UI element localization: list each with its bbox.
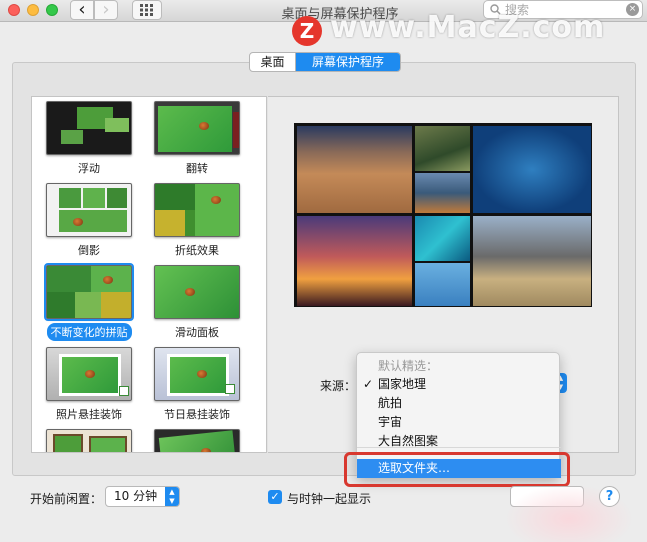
grid-icon: [140, 4, 153, 16]
screen-saver-list[interactable]: 浮动 翻转 倒影 折纸效果 不断变化的拼贴 滑动面板 照片悬挂装饰 节日悬挂装饰: [31, 96, 267, 453]
saver-label: 倒影: [78, 244, 100, 257]
zoom-window-button[interactable]: [46, 4, 58, 16]
saver-label: 浮动: [78, 162, 100, 175]
saver-item-photo-mobile[interactable]: 照片悬挂装饰: [34, 347, 144, 423]
saver-item-ken-burns[interactable]: [142, 429, 252, 452]
saver-thumbnail: [46, 347, 132, 401]
photo-tile-savanna-sunset: [297, 216, 412, 306]
forward-button[interactable]: ›: [94, 0, 118, 20]
saver-item-reflection[interactable]: 倒影: [34, 183, 144, 259]
checkmark-icon: ✓: [363, 377, 374, 391]
show-all-button[interactable]: [132, 0, 162, 20]
show-clock-checkbox[interactable]: ✓: [268, 490, 282, 504]
idle-time-select[interactable]: 10 分钟 ▲ ▼: [105, 486, 180, 507]
saver-item-vintage-prints[interactable]: [34, 429, 144, 452]
preview-collage: [294, 123, 592, 307]
chevron-updown-icon: ▲ ▼: [165, 487, 179, 506]
menu-item-cosmos[interactable]: 宇宙: [357, 413, 561, 432]
photo-tile-mountain-plain: [473, 216, 591, 306]
saver-thumbnail: [154, 429, 240, 452]
photo-tile-coast: [415, 173, 470, 213]
photo-tile-polar-bears: [415, 263, 470, 306]
saver-label: 节日悬挂装饰: [164, 408, 230, 421]
saver-label: 折纸效果: [175, 244, 219, 257]
chevron-left-icon: ‹: [78, 0, 86, 20]
saver-label: 不断变化的拼贴: [46, 323, 132, 341]
menu-separator: [357, 447, 561, 448]
annotation-highlight-frame: [344, 452, 570, 487]
photo-tile-fish: [415, 216, 470, 261]
tab-screen-saver[interactable]: 屏幕保护程序: [296, 53, 400, 71]
idle-time-value: 10 分钟: [114, 489, 158, 503]
tab-bar: 桌面 屏幕保护程序: [249, 52, 401, 72]
close-window-button[interactable]: [8, 4, 20, 16]
help-button[interactable]: ?: [599, 486, 620, 507]
photo-tile-desert-birds: [297, 126, 412, 213]
saver-thumbnail: [46, 183, 132, 237]
saver-item-holiday-mobile[interactable]: 节日悬挂装饰: [142, 347, 252, 423]
menu-item-national-geographic[interactable]: ✓ 国家地理: [357, 375, 561, 394]
saver-thumbnail: [44, 263, 134, 321]
saver-label: 滑动面板: [175, 326, 219, 339]
saver-item-origami[interactable]: 折纸效果: [142, 183, 252, 259]
watermark-logo: Z: [292, 16, 322, 46]
menu-item-nature-patterns[interactable]: 大自然图案: [357, 432, 561, 451]
saver-thumbnail: [154, 183, 240, 237]
saver-thumbnail: [154, 101, 240, 155]
back-button[interactable]: ‹: [70, 0, 94, 20]
saver-thumbnail: [154, 347, 240, 401]
photo-tile-valley: [415, 126, 470, 171]
saver-thumbnail: [154, 265, 240, 319]
saver-item-shifting-tiles[interactable]: 不断变化的拼贴: [34, 263, 144, 341]
idle-label: 开始前闲置：: [30, 492, 103, 506]
saver-label: 翻转: [186, 162, 208, 175]
show-clock-label: 与时钟一起显示: [287, 492, 372, 506]
saver-item-sliding-panels[interactable]: 滑动面板: [142, 265, 252, 341]
chevron-right-icon: ›: [102, 0, 110, 20]
menu-header-defaults: 默认精选：: [378, 359, 439, 373]
saver-label: 照片悬挂装饰: [56, 408, 122, 421]
minimize-window-button[interactable]: [27, 4, 39, 16]
saver-thumbnail: [46, 101, 132, 155]
source-label: 来源：: [320, 379, 357, 393]
menu-item-label: 国家地理: [378, 377, 427, 391]
saver-item-floating[interactable]: 浮动: [34, 101, 144, 177]
saver-item-flip[interactable]: 翻转: [142, 101, 252, 177]
tab-desktop[interactable]: 桌面: [250, 53, 296, 71]
menu-item-aerial[interactable]: 航拍: [357, 394, 561, 413]
photo-tile-whale-shark: [473, 126, 591, 213]
watermark-text: www.MacZ.com: [330, 10, 606, 45]
clear-search-icon[interactable]: ×: [626, 3, 639, 16]
saver-thumbnail: [46, 429, 132, 452]
